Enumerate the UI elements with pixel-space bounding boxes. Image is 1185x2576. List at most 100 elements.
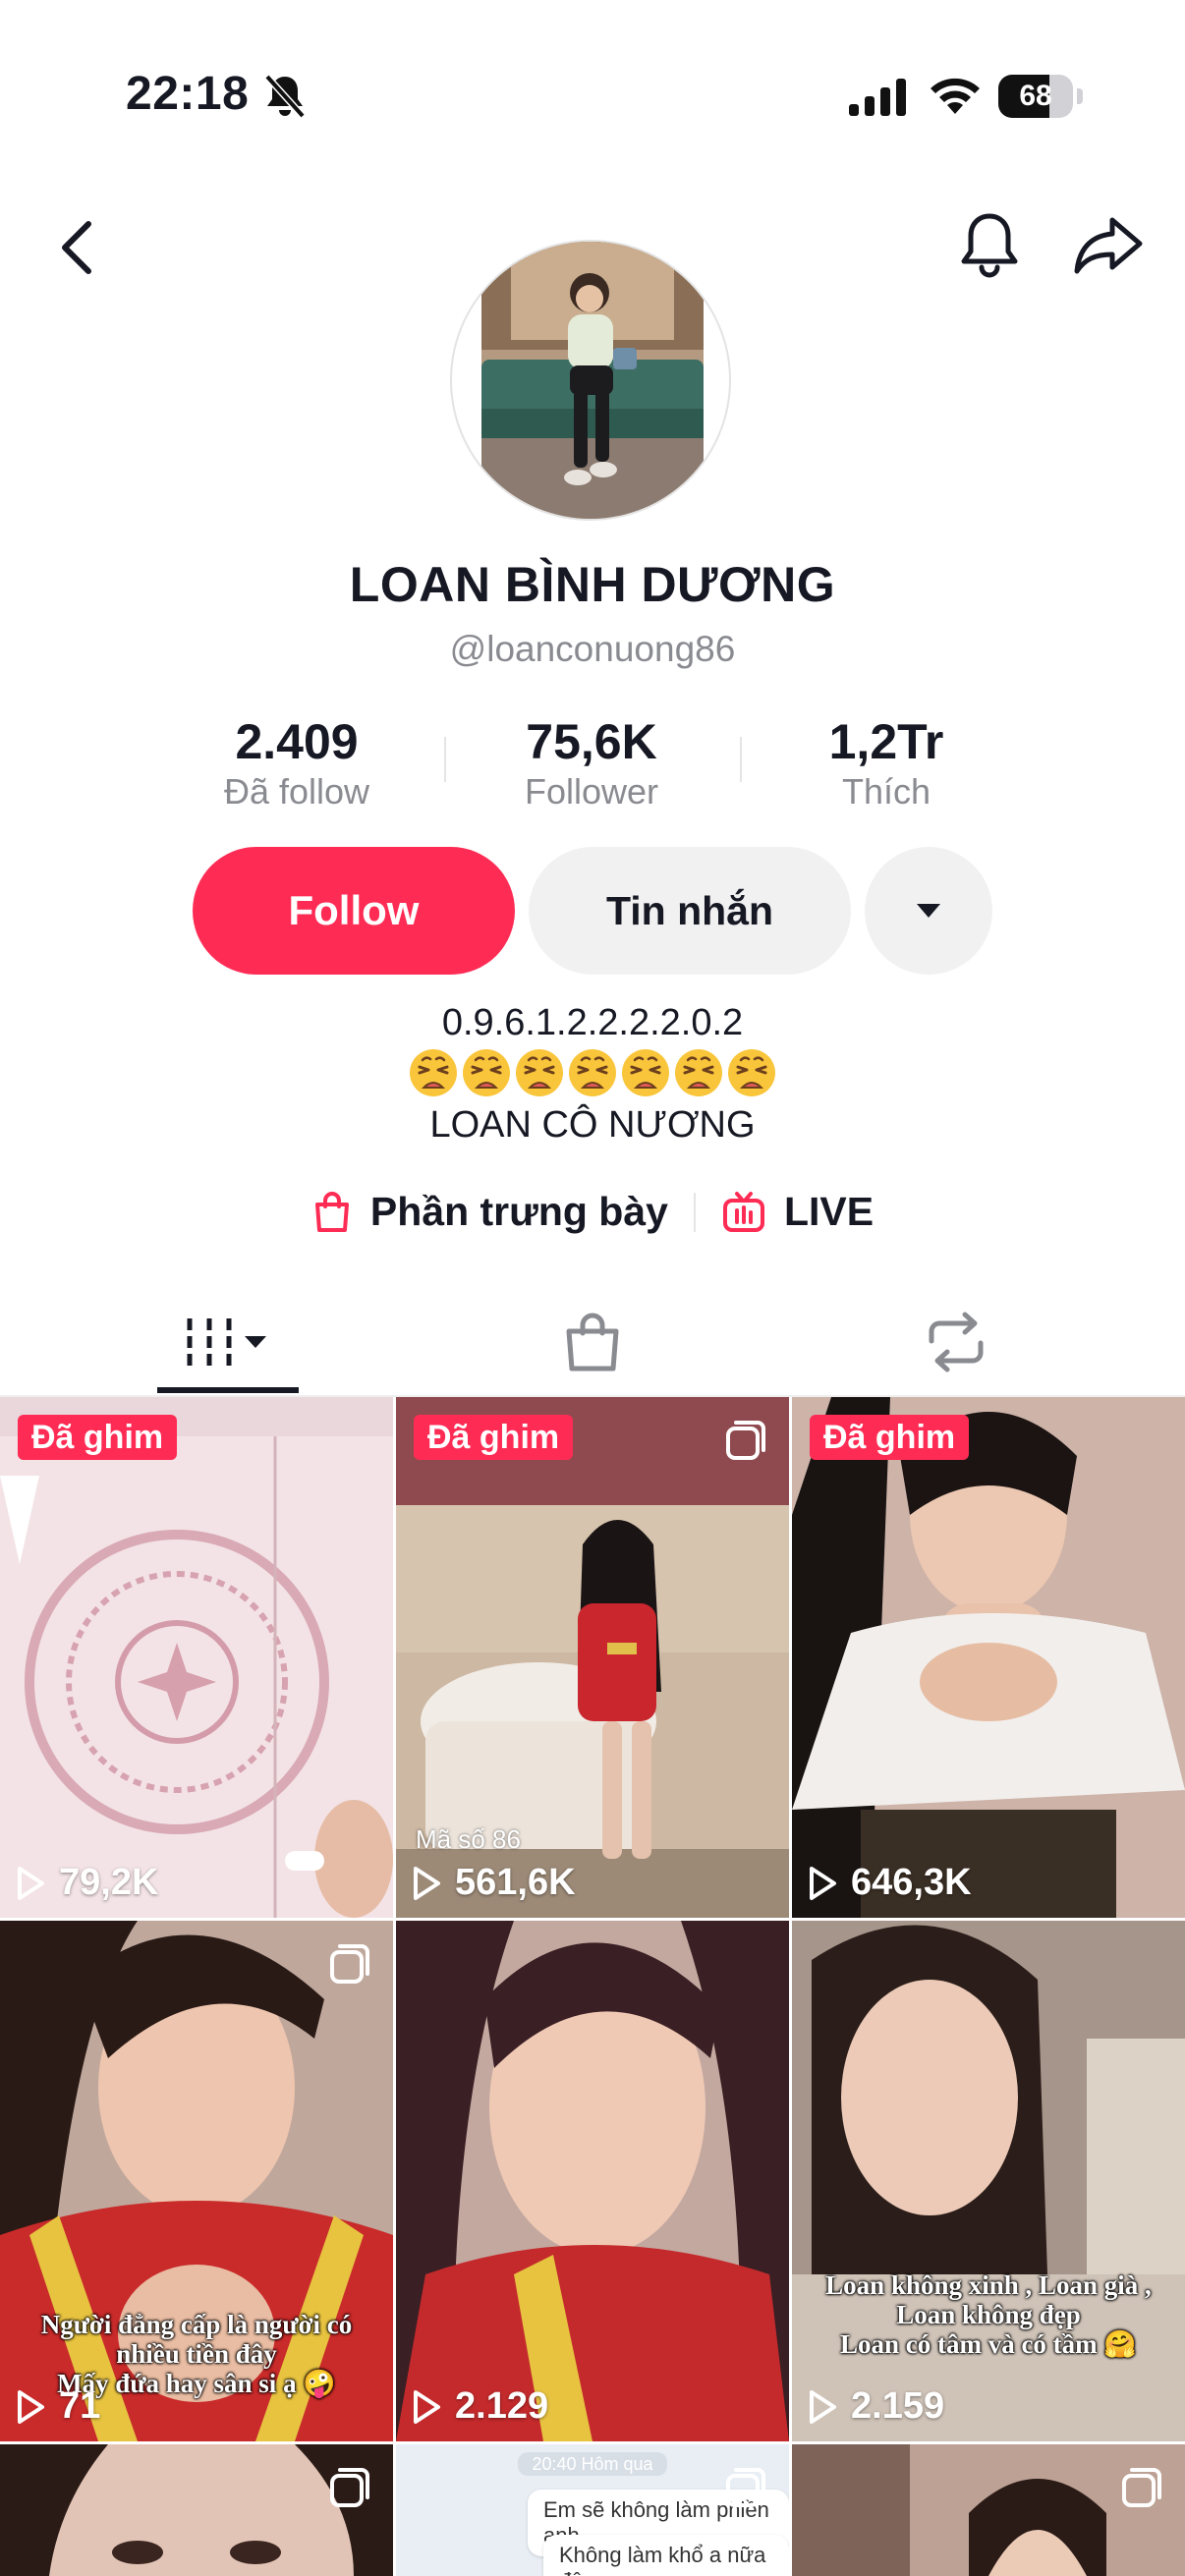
multi-photo-icon xyxy=(330,1944,369,1984)
stat-label: Thích xyxy=(841,771,931,812)
showcase-label: Phần trưng bày xyxy=(369,1189,668,1234)
weary-face-emoji-icon xyxy=(622,1049,669,1096)
video-thumbnail[interactable]: Loan không xinh , Loan già , Loan không … xyxy=(792,1921,1185,2441)
caption-line: Loan không xinh , Loan già , xyxy=(825,2270,1152,2300)
stat-value: 1,2Tr xyxy=(828,714,944,769)
view-count-value: 71 xyxy=(59,2385,101,2427)
weary-face-emoji-icon xyxy=(569,1049,616,1096)
active-tab-indicator xyxy=(157,1387,299,1393)
share-button[interactable] xyxy=(1069,210,1148,279)
repost-icon xyxy=(929,1312,984,1372)
caret-down-icon xyxy=(917,904,940,918)
view-count-value: 2.129 xyxy=(455,2385,549,2427)
video-thumbnail[interactable] xyxy=(0,2444,393,2576)
stat-following[interactable]: 2.409 Đã follow xyxy=(149,713,444,813)
view-count: 2.159 xyxy=(808,2385,944,2428)
play-icon xyxy=(18,2389,44,2424)
battery-indicator: 68 xyxy=(998,75,1083,118)
thumbnail-image xyxy=(792,1921,1185,2441)
tab-shop[interactable] xyxy=(521,1293,664,1391)
showcase-link[interactable]: Phần trưng bày xyxy=(311,1189,668,1235)
thumbnail-image xyxy=(0,1397,393,1918)
video-thumbnail[interactable] xyxy=(792,2444,1185,2576)
pinned-badge: Đã ghim xyxy=(414,1415,574,1460)
weary-face-emoji-icon xyxy=(516,1049,563,1096)
caption-line: nhiều tiền đây xyxy=(116,2339,277,2369)
view-count: 646,3K xyxy=(808,1862,972,1904)
play-icon xyxy=(414,2389,440,2424)
chat-bubble: Không làm khổ a nữa đâu xyxy=(543,2535,789,2576)
weary-face-emoji-icon xyxy=(463,1049,510,1096)
profile-name: LOAN BÌNH DƯƠNG xyxy=(349,557,836,612)
video-caption: Loan không xinh , Loan già , Loan không … xyxy=(792,2270,1185,2359)
stat-label: Đã follow xyxy=(223,771,370,812)
video-thumbnail[interactable]: Người đẳng cấp là người có nhiều tiền đâ… xyxy=(0,1921,393,2441)
profile-links: Phần trưng bày LIVE xyxy=(0,1189,1185,1235)
battery-percent: 68 xyxy=(1019,80,1052,112)
cellular-signal-icon xyxy=(849,77,906,116)
live-link[interactable]: LIVE xyxy=(721,1189,874,1235)
weary-face-emoji-icon xyxy=(410,1049,457,1096)
view-count-value: 79,2K xyxy=(59,1862,159,1903)
avatar[interactable] xyxy=(450,240,731,521)
pinned-badge: Đã ghim xyxy=(810,1415,970,1460)
pinned-badge: Đã ghim xyxy=(18,1415,178,1460)
follow-button[interactable]: Follow xyxy=(193,847,515,975)
profile-handle: @loanconuong86 xyxy=(449,629,736,669)
play-icon xyxy=(810,2389,836,2424)
view-count: 561,6K xyxy=(412,1862,576,1904)
thumbnail-image xyxy=(0,2444,393,2576)
shopping-bag-icon xyxy=(566,1313,619,1372)
thumbnail-image xyxy=(792,1397,1185,1918)
view-count: 79,2K xyxy=(16,1862,158,1904)
caption-line: Loan có tâm và có tầm 🤗 xyxy=(839,2329,1138,2359)
weary-face-emoji-icon xyxy=(675,1049,722,1096)
stat-followers[interactable]: 75,6K Follower xyxy=(444,713,739,813)
play-icon xyxy=(18,1866,44,1900)
multi-photo-icon xyxy=(330,2468,369,2507)
status-time: 22:18 xyxy=(126,68,250,120)
view-count-value: 646,3K xyxy=(851,1862,972,1903)
multi-photo-icon xyxy=(726,2468,765,2507)
view-count-value: 561,6K xyxy=(455,1862,576,1903)
more-options-button[interactable] xyxy=(865,847,992,975)
wifi-icon xyxy=(928,73,983,116)
bell-icon xyxy=(961,213,1018,278)
multi-photo-icon xyxy=(726,1421,765,1460)
stat-value: 2.409 xyxy=(235,714,359,769)
caption-line: Loan không đẹp xyxy=(896,2300,1081,2329)
play-icon xyxy=(414,1866,440,1900)
avatar-photo xyxy=(481,242,704,519)
view-count: 71 xyxy=(16,2385,100,2428)
live-label: LIVE xyxy=(783,1189,875,1234)
silent-mode-icon xyxy=(263,73,307,120)
weary-face-emoji-icon xyxy=(728,1049,775,1096)
stat-likes[interactable]: 1,2Tr Thích xyxy=(739,713,1034,813)
bio-emoji-row xyxy=(0,1047,1185,1098)
grid-bars-icon xyxy=(187,1318,266,1366)
divider xyxy=(693,1192,696,1232)
bio-line-3: LOAN CÔ NƯƠNG xyxy=(429,1104,756,1146)
video-thumbnail[interactable]: Đã ghim Mã số 86 561,6K xyxy=(396,1397,789,1918)
video-label: Mã số 86 xyxy=(416,1824,521,1854)
tab-videos[interactable] xyxy=(157,1293,299,1391)
live-tv-icon xyxy=(722,1191,764,1232)
video-thumbnail[interactable]: Đã ghim 79,2K xyxy=(0,1397,393,1918)
video-thumbnail[interactable]: 2.129 xyxy=(396,1921,789,2441)
thumbnail-image xyxy=(396,1921,789,2441)
thumbnail-image xyxy=(792,2444,1185,2576)
message-button[interactable]: Tin nhắn xyxy=(529,847,851,975)
tab-reposts[interactable] xyxy=(884,1293,1028,1391)
stat-value: 75,6K xyxy=(526,714,657,769)
multi-photo-icon xyxy=(1122,2468,1161,2507)
stat-label: Follower xyxy=(524,771,659,812)
view-count-value: 2.159 xyxy=(851,2385,945,2427)
view-count: 2.129 xyxy=(412,2385,548,2428)
video-thumbnail[interactable]: Đã ghim 646,3K xyxy=(792,1397,1185,1918)
bio-line-1: 0.9.6.1.2.2.2.2.0.2 xyxy=(441,1002,744,1043)
video-thumbnail[interactable]: 20:40 Hôm qua Em sẽ không làm phiền anh … xyxy=(396,2444,789,2576)
back-button[interactable] xyxy=(47,210,106,285)
notifications-button[interactable] xyxy=(953,206,1026,285)
share-arrow-icon xyxy=(1074,217,1143,274)
chevron-left-icon xyxy=(62,221,91,274)
